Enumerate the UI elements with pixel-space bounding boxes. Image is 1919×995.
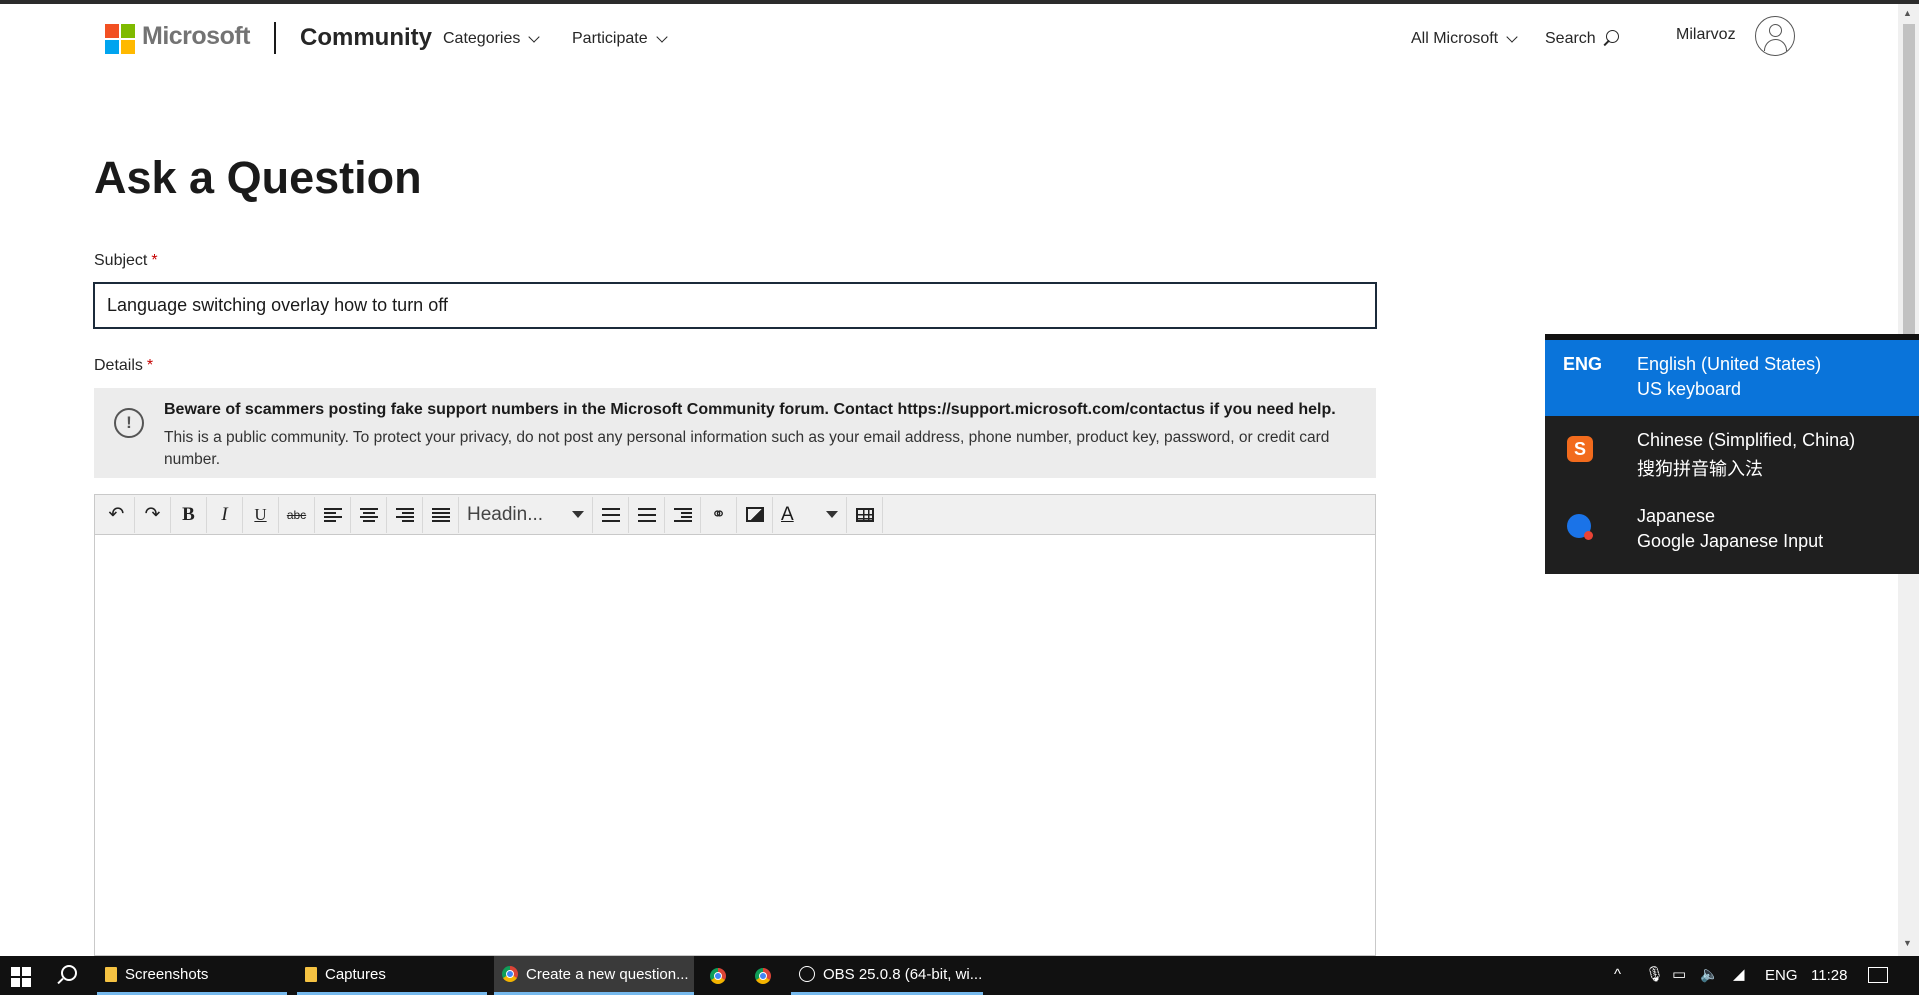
all-microsoft-menu[interactable]: All Microsoft <box>1411 30 1518 48</box>
chrome-icon <box>710 967 726 984</box>
details-editor[interactable]: ↶ ↷ B I U abc Headin... ⚭ A <box>94 494 1376 956</box>
notice-privacy-text: This is a public community. To protect y… <box>164 429 1330 468</box>
input-language-indicator[interactable]: ENG <box>1765 956 1798 995</box>
nav-categories[interactable]: Categories <box>443 30 541 48</box>
scrollbar-thumb[interactable] <box>1903 24 1915 334</box>
avatar-icon[interactable] <box>1755 16 1795 56</box>
undo-icon[interactable]: ↶ <box>99 496 135 533</box>
taskbar-app-label: Screenshots <box>125 965 209 983</box>
language-switch-flyout: ENG English (United States) US keyboard … <box>1545 334 1919 574</box>
details-label-text: Details <box>94 357 143 374</box>
language-item-chinese[interactable]: S Chinese (Simplified, China) 搜狗拼音输入法 <box>1545 416 1919 492</box>
nav-participate[interactable]: Participate <box>572 30 668 48</box>
subject-label: Subject * <box>94 252 158 270</box>
table-icon[interactable] <box>847 496 883 533</box>
taskbar-chrome-profile[interactable] <box>741 956 785 995</box>
language-code: ENG <box>1563 354 1603 374</box>
chevron-down-icon <box>528 31 541 43</box>
scroll-up-arrow-icon[interactable]: ▲ <box>1903 8 1912 18</box>
taskbar-app-label: OBS 25.0.8 (64-bit, wi... <box>823 965 983 983</box>
bulleted-list-icon[interactable] <box>593 496 629 533</box>
network-icon[interactable]: ◢ <box>1733 967 1745 983</box>
search-button[interactable]: Search <box>1545 30 1620 48</box>
keyboard-name: 搜狗拼音输入法 <box>1637 459 1763 479</box>
subject-input[interactable] <box>93 282 1377 329</box>
underline-button[interactable]: U <box>243 496 279 533</box>
caret-down-icon <box>826 511 838 518</box>
indent-icon[interactable] <box>665 496 701 533</box>
link-icon[interactable]: ⚭ <box>701 496 737 533</box>
align-right-icon[interactable] <box>387 496 423 533</box>
google-japanese-input-icon <box>1567 514 1593 540</box>
caret-down-icon <box>572 511 584 518</box>
taskbar-app-obs[interactable]: OBS 25.0.8 (64-bit, wi... <box>791 956 983 995</box>
notice-warning-text: Beware of scammers posting fake support … <box>164 401 1336 418</box>
sogou-icon: S <box>1567 436 1593 462</box>
strikethrough-button[interactable]: abc <box>279 496 315 533</box>
font-color-select[interactable]: A <box>773 496 847 533</box>
align-left-icon[interactable] <box>315 496 351 533</box>
clock[interactable]: 11:28 <box>1811 956 1847 995</box>
align-justify-icon[interactable] <box>423 496 459 533</box>
action-center-icon[interactable] <box>1868 967 1888 983</box>
windows-start-icon[interactable] <box>11 967 31 987</box>
microphone-icon[interactable]: 🎙 <box>1645 967 1664 983</box>
search-icon <box>1602 30 1620 48</box>
language-name: Japanese <box>1637 506 1716 526</box>
font-color-icon: A <box>781 503 794 525</box>
taskbar-app-label: Captures <box>325 965 386 983</box>
bold-button[interactable]: B <box>171 496 207 533</box>
italic-button[interactable]: I <box>207 496 243 533</box>
nav-participate-label: Participate <box>572 30 648 47</box>
header-divider <box>274 22 276 54</box>
language-item-japanese[interactable]: Japanese Google Japanese Input <box>1545 492 1919 568</box>
chevron-down-icon <box>1506 31 1518 43</box>
taskbar-app-captures[interactable]: Captures <box>297 956 487 995</box>
language-name: English (United States) <box>1637 354 1822 374</box>
taskbar-app-screenshots[interactable]: Screenshots <box>97 956 287 995</box>
subject-label-text: Subject <box>94 252 148 269</box>
image-icon[interactable] <box>737 496 773 533</box>
chrome-icon <box>502 966 518 982</box>
language-item-english[interactable]: ENG English (United States) US keyboard <box>1545 340 1919 416</box>
scam-warning-notice: ! Beware of scammers posting fake suppor… <box>94 388 1376 478</box>
scroll-down-arrow-icon[interactable]: ▼ <box>1903 938 1912 948</box>
all-microsoft-label: All Microsoft <box>1411 30 1499 47</box>
heading-select-value: Headin... <box>467 503 544 525</box>
microsoft-wordmark[interactable]: Microsoft <box>142 22 251 51</box>
heading-select[interactable]: Headin... <box>459 496 593 533</box>
keyboard-name: Google Japanese Input <box>1637 531 1824 551</box>
keyboard-name: US keyboard <box>1637 379 1742 399</box>
windows-taskbar: Screenshots Captures Create a new questi… <box>0 956 1919 995</box>
taskbar-app-label: Create a new question... <box>526 965 689 983</box>
editor-toolbar: ↶ ↷ B I U abc Headin... ⚭ A <box>95 495 1375 535</box>
folder-icon <box>305 966 317 982</box>
details-label: Details * <box>94 357 153 375</box>
show-hidden-icons-chevron-icon[interactable]: ^ <box>1614 967 1621 983</box>
site-header: Microsoft Community Categories Participa… <box>0 4 1898 74</box>
taskbar-app-chrome-question[interactable]: Create a new question... <box>494 956 694 995</box>
language-name: Chinese (Simplified, China) <box>1637 430 1856 450</box>
speaker-icon[interactable]: 🔈 <box>1700 967 1719 983</box>
microsoft-logo-icon[interactable] <box>105 24 135 54</box>
folder-icon <box>105 966 117 982</box>
numbered-list-icon[interactable] <box>629 496 665 533</box>
required-asterisk: * <box>146 357 154 374</box>
obs-icon <box>799 966 815 982</box>
nav-categories-label: Categories <box>443 30 521 47</box>
battery-icon[interactable]: ▭ <box>1672 967 1686 983</box>
taskbar-chrome-pinned[interactable] <box>696 956 740 995</box>
chevron-down-icon <box>655 31 668 43</box>
redo-icon[interactable]: ↷ <box>135 496 171 533</box>
align-center-icon[interactable] <box>351 496 387 533</box>
community-link[interactable]: Community <box>300 24 432 52</box>
required-asterisk: * <box>151 252 158 269</box>
search-icon[interactable] <box>56 965 77 985</box>
chrome-icon <box>755 967 771 984</box>
username[interactable]: Milarvoz <box>1676 26 1736 44</box>
search-label: Search <box>1545 30 1596 47</box>
exclamation-circle-icon: ! <box>114 408 144 438</box>
page-title: Ask a Question <box>94 152 422 203</box>
